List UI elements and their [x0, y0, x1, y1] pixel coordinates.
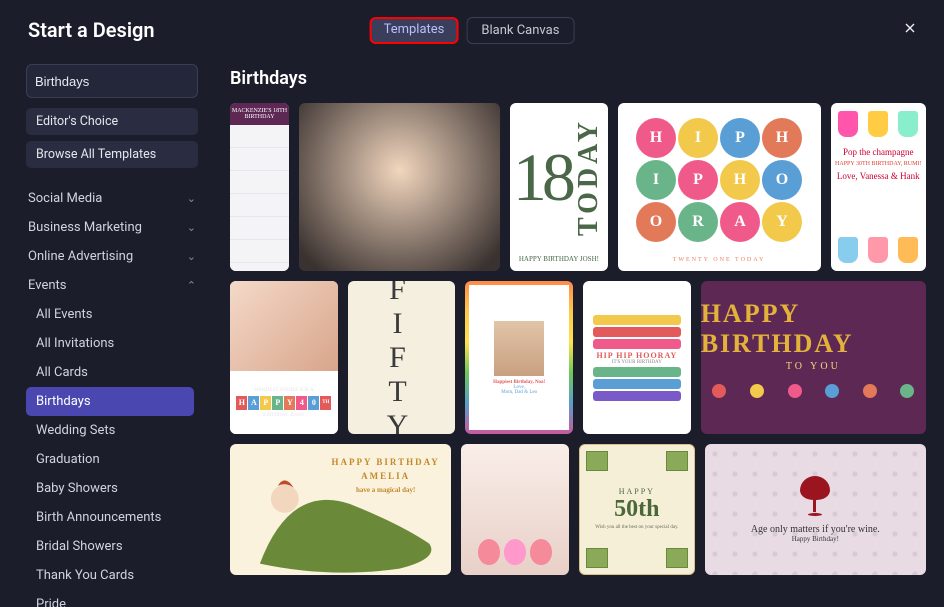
- subcat-all-cards[interactable]: All Cards: [26, 358, 194, 387]
- sidebar: Editor's Choice Browse All Templates Soc…: [0, 56, 212, 607]
- subcat-wedding-sets[interactable]: Wedding Sets: [26, 416, 194, 445]
- template-card[interactable]: Pop the champagne HAPPY 30TH BIRTHDAY, R…: [831, 103, 926, 271]
- category-list: Social Media⌄ Business Marketing⌄ Online…: [26, 184, 198, 607]
- category-business-marketing[interactable]: Business Marketing⌄: [26, 213, 198, 242]
- template-card[interactable]: HAPPY BIRTHDAY TO YOU: [701, 281, 926, 434]
- card-badge: MACKENZIE'S 18TH BIRTHDAY: [230, 103, 289, 125]
- template-card[interactable]: HAPPY FIFTIETH FIFTY BIRTHDAY STEVE LOVE…: [348, 281, 456, 434]
- view-tabs: Templates Blank Canvas: [370, 17, 575, 44]
- template-card[interactable]: Age only matters if you're wine. Happy B…: [705, 444, 926, 575]
- subcat-baby-showers[interactable]: Baby Showers: [26, 474, 194, 503]
- subcat-all-invitations[interactable]: All Invitations: [26, 329, 194, 358]
- template-card[interactable]: HAPPY 50th Wish you all the best on your…: [579, 444, 695, 575]
- modal-header: Start a Design Templates Blank Canvas: [0, 0, 944, 56]
- template-card[interactable]: [461, 444, 569, 575]
- template-gallery[interactable]: Birthdays MACKENZIE'S 18TH BIRTHDAY 18 T…: [212, 56, 944, 607]
- template-card[interactable]: [299, 103, 500, 271]
- close-button[interactable]: [898, 16, 922, 40]
- chevron-down-icon: ⌄: [187, 192, 196, 205]
- template-card[interactable]: 18 TODAY HAPPY BIRTHDAY JOSH!: [510, 103, 607, 271]
- editors-choice-button[interactable]: Editor's Choice: [26, 108, 198, 135]
- template-card[interactable]: HIPHIP HOORAY TWENTY ONE TODAY: [618, 103, 821, 271]
- subcat-thank-you-cards[interactable]: Thank You Cards: [26, 561, 194, 590]
- category-social-media[interactable]: Social Media⌄: [26, 184, 198, 213]
- chevron-down-icon: ⌄: [187, 250, 196, 263]
- tab-blank-canvas[interactable]: Blank Canvas: [466, 17, 574, 44]
- chevron-up-icon: ⌃: [187, 279, 196, 292]
- template-card[interactable]: HAPPY BIRTHDAY AMELIAhave a magical day!: [230, 444, 451, 575]
- subcat-bridal-showers[interactable]: Bridal Showers: [26, 532, 194, 561]
- template-card[interactable]: WARMEST WISHES FOR A HAPPY40TH BIRTHDAY,…: [230, 281, 338, 434]
- subcat-graduation[interactable]: Graduation: [26, 445, 194, 474]
- gallery-title: Birthdays: [230, 68, 926, 89]
- search-field[interactable]: [26, 64, 198, 98]
- template-card[interactable]: Happiest Birthday, Noa! Love, Mom, Dad &…: [465, 281, 573, 434]
- tab-templates[interactable]: Templates: [370, 17, 459, 44]
- category-online-advertising[interactable]: Online Advertising⌄: [26, 242, 198, 271]
- template-card[interactable]: MACKENZIE'S 18TH BIRTHDAY: [230, 103, 289, 271]
- browse-all-button[interactable]: Browse All Templates: [26, 141, 198, 168]
- subcat-pride[interactable]: Pride: [26, 590, 194, 607]
- template-card[interactable]: HIP HIP HOORAY IT'S YOUR BIRTHDAY: [583, 281, 691, 434]
- hiphip-dots: HIPHIP HOORAY: [618, 103, 821, 257]
- close-icon: [902, 20, 918, 36]
- subcat-birth-announcements[interactable]: Birth Announcements: [26, 503, 194, 532]
- subcat-all-events[interactable]: All Events: [26, 300, 194, 329]
- subcat-birthdays[interactable]: Birthdays: [26, 387, 194, 416]
- chevron-down-icon: ⌄: [187, 221, 196, 234]
- search-input[interactable]: [35, 74, 211, 89]
- modal-title: Start a Design: [28, 18, 155, 42]
- category-events[interactable]: Events⌃: [26, 271, 198, 300]
- start-design-modal: Start a Design Templates Blank Canvas Ed…: [0, 0, 944, 607]
- mermaid-icon: [230, 444, 451, 575]
- wine-icon: [800, 476, 830, 516]
